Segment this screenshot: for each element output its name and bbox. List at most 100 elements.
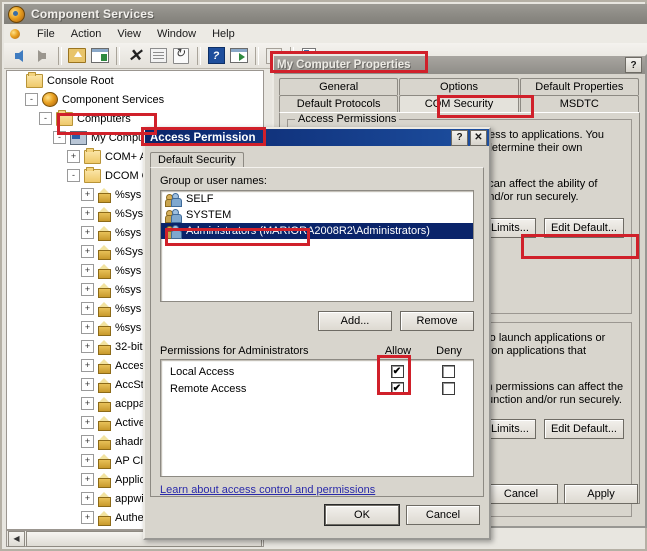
back-arrow-icon[interactable] [8,45,30,67]
tree-expander[interactable]: + [81,188,94,201]
group-user-name: SYSTEM [186,209,232,221]
tree-expander[interactable]: - [53,131,66,144]
launch-edit-default-button[interactable]: Edit Default... [543,419,624,439]
folder-icon [26,71,43,88]
tree-item-label: Component Services [62,93,165,106]
learn-about-access-control-link[interactable]: Learn about access control and permissio… [160,484,375,496]
menu-window[interactable]: Window [149,27,204,41]
toolbar-separator [58,46,62,65]
deny-checkbox[interactable] [441,382,455,395]
tab-general[interactable]: General [279,78,399,95]
group-user-name: Administrators (MARIORA2008R2\Administra… [186,225,430,237]
tree-item-label: Acces [115,359,145,372]
add-button[interactable]: Add... [318,311,392,331]
tree-item-label: Applic [115,473,145,486]
mcp-title: My Computer Properties [277,59,411,71]
permissions-header: Permissions for Administrators Allow Den… [160,345,474,357]
group-user-item[interactable]: Administrators (MARIORA2008R2\Administra… [161,223,473,239]
show-hide-console-tree-icon[interactable] [89,45,111,67]
remove-button[interactable]: Remove [400,311,474,331]
new-window-icon[interactable] [228,45,250,67]
dcom-icon [98,472,111,488]
dcom-icon [98,491,111,507]
help-question-icon[interactable]: ? [625,57,642,73]
refresh-icon[interactable] [170,45,192,67]
tree-expander[interactable]: - [25,93,38,106]
access-permissions-legend: Access Permissions [295,113,400,125]
tab-options[interactable]: Options [399,78,519,95]
tree-expander[interactable]: + [81,397,94,410]
tree-expander[interactable]: + [81,321,94,334]
tree-item[interactable]: Console Root [7,71,263,90]
dcom-icon [98,453,111,469]
mcp-apply-button[interactable]: Apply [564,484,638,504]
console-icon [9,27,25,41]
dcom-icon [98,358,111,374]
tree-item-label: Computers [77,112,131,125]
tree-expander[interactable]: + [81,473,94,486]
forward-arrow-icon[interactable] [31,45,53,67]
cancel-button[interactable]: Cancel [406,505,480,525]
tree-item-label: %sys [115,321,142,334]
tree-item-label: ahadr [115,435,144,448]
properties-icon[interactable] [147,45,169,67]
tree-expander[interactable]: + [81,283,94,296]
users-icon [165,208,182,223]
tree-expander[interactable]: + [81,302,94,315]
scroll-left-icon[interactable]: ◀ [8,530,25,547]
menu-file[interactable]: File [29,27,63,41]
help-icon[interactable]: ? [205,45,227,67]
tree-item-label: Active [115,416,145,429]
toolbar-separator [197,46,201,65]
tab-default-properties[interactable]: Default Properties [519,78,639,95]
tree-expander[interactable]: - [39,112,52,125]
tree-expander[interactable]: + [81,416,94,429]
tree-expander[interactable]: + [67,150,80,163]
menu-help[interactable]: Help [204,27,243,41]
tree-expander[interactable]: + [81,435,94,448]
folder-icon [56,109,73,126]
tab-msdtc[interactable]: MSDTC [519,95,639,112]
menu-action[interactable]: Action [63,27,110,41]
access-edit-default-button[interactable]: Edit Default... [543,218,624,238]
dcom-icon [98,187,111,203]
tree-item[interactable]: - Computers [7,109,263,128]
tab-default-security[interactable]: Default Security [150,152,244,167]
tree-expander[interactable]: + [81,492,94,505]
ok-button[interactable]: OK [325,505,399,525]
tree-expander[interactable]: + [81,245,94,258]
mcp-tabs-row-2: Default Protocols COM Security MSDTC [279,95,640,112]
allow-checkbox[interactable]: ✔ [390,382,404,395]
tree-expander[interactable]: + [81,340,94,353]
delete-icon[interactable]: ✕ [124,45,146,67]
tab-default-protocols[interactable]: Default Protocols [279,95,399,112]
tree-item-label: %sys [115,302,142,315]
deny-checkbox[interactable] [441,365,455,378]
close-icon[interactable]: ✕ [470,129,487,146]
tree-expander[interactable]: + [81,226,94,239]
tree-expander[interactable]: + [81,359,94,372]
mcp-cancel-button[interactable]: Cancel [484,484,558,504]
tree-item-label: AccSt [115,378,144,391]
up-folder-icon[interactable] [66,45,88,67]
group-user-item[interactable]: SYSTEM [161,207,473,223]
dcom-icon [98,415,111,431]
tree-expander[interactable]: - [67,169,80,182]
allow-checkbox[interactable]: ✔ [390,365,404,378]
tree-expander[interactable]: + [81,378,94,391]
component-services-icon [42,92,58,107]
tree-expander[interactable]: + [81,511,94,524]
tree-item-label: Console Root [47,74,114,87]
group-user-item[interactable]: SELF [161,191,473,207]
permission-row: Remote Access ✔ [161,380,473,397]
tab-com-security[interactable]: COM Security [399,95,519,112]
menu-view[interactable]: View [109,27,149,41]
tree-expander[interactable]: + [81,264,94,277]
help-question-icon[interactable]: ? [451,129,468,146]
dcom-icon [98,339,111,355]
tree-item[interactable]: - Component Services [7,90,263,109]
tree-expander[interactable]: + [81,454,94,467]
group-user-list[interactable]: SELF SYSTEM Administrators (MARIORA2008R2\… [160,190,474,302]
permissions-list[interactable]: Local Access ✔ Remote Access ✔ [160,359,474,477]
tree-expander[interactable]: + [81,207,94,220]
